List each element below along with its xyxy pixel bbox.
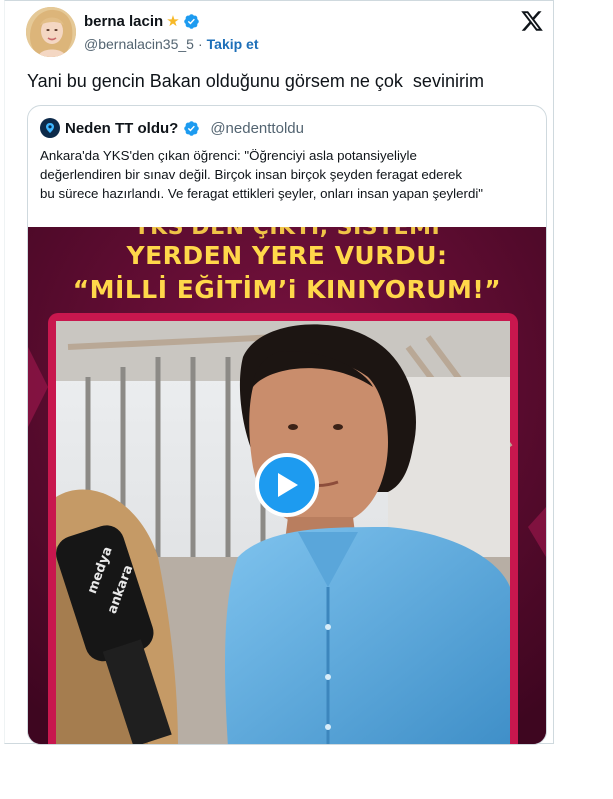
tweet-text: Yani bu gencin Bakan olduğunu görsem ne …: [27, 71, 484, 91]
x-logo-icon[interactable]: [520, 9, 544, 33]
quoted-avatar[interactable]: [40, 118, 60, 138]
quoted-tweet[interactable]: Neden TT oldu? @nedenttoldu Ankara'da YK…: [27, 105, 547, 745]
author-name-row[interactable]: berna lacin ★: [84, 13, 200, 30]
quoted-text: Ankara'da YKS'den çıkan öğrenci: "Öğrenc…: [40, 146, 536, 203]
author-handle-row: @bernalacin35_5 · Takip et: [84, 36, 259, 52]
star-icon: ★: [166, 13, 180, 30]
author-avatar[interactable]: [26, 7, 76, 57]
play-icon: [278, 473, 298, 497]
play-button[interactable]: [255, 453, 319, 517]
verified-badge-icon: [183, 14, 199, 29]
quoted-author-name[interactable]: Neden TT oldu?: [65, 120, 178, 137]
quoted-text-line: değerlendiren bir sınav değil. Birçok in…: [40, 167, 463, 182]
quoted-text-line: bu sürece hazırlandı. Ve feragat ettikle…: [40, 186, 484, 201]
video-player[interactable]: medya ankara YKS'DEN ÇIKTI, SİSTEMİ YERD…: [28, 227, 546, 744]
quoted-text-line: Ankara'da YKS'den çıkan öğrenci: "Öğrenc…: [40, 148, 417, 163]
quoted-author-row: Neden TT oldu? @nedenttoldu: [40, 118, 304, 138]
author-handle[interactable]: @bernalacin35_5: [84, 36, 194, 52]
location-pin-icon: [46, 123, 54, 133]
verified-badge-icon: [184, 120, 200, 136]
headline-line: “MİLLİ EĞİTİM’i KINIYORUM!”: [72, 275, 502, 304]
headline-line: YERDEN YERE VURDU:: [126, 241, 448, 270]
quoted-author-handle[interactable]: @nedenttoldu: [210, 120, 304, 137]
follow-button[interactable]: Takip et: [207, 36, 259, 52]
separator-dot: ·: [197, 36, 203, 52]
tweet-card[interactable]: berna lacin ★ @bernalacin35_5 · Takip et…: [4, 0, 554, 745]
author-name[interactable]: berna lacin: [84, 13, 163, 30]
video-headline: YKS'DEN ÇIKTI, SİSTEMİ YERDEN YERE VURDU…: [28, 227, 546, 307]
headline-line: YKS'DEN ÇIKTI, SİSTEMİ: [133, 227, 441, 240]
